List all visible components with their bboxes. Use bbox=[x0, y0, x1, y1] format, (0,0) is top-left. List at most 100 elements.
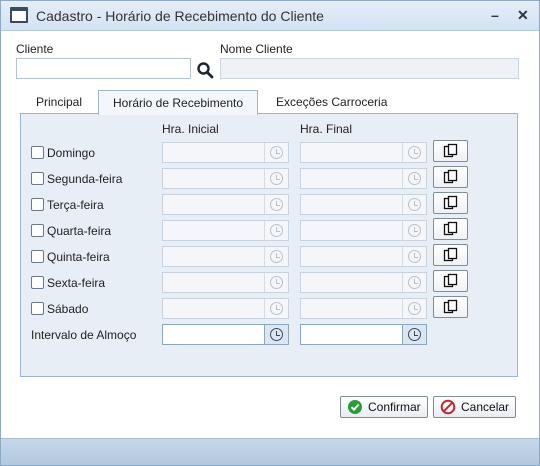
copy-icon bbox=[443, 247, 457, 262]
checkbox-segunda[interactable] bbox=[31, 172, 44, 185]
day-label: Sexta-feira bbox=[47, 276, 106, 290]
checkbox-domingo[interactable] bbox=[31, 146, 44, 159]
clock-button bbox=[402, 143, 426, 162]
clock-icon bbox=[270, 172, 283, 185]
start-time-quarta bbox=[162, 220, 289, 241]
copy-button-sabado[interactable] bbox=[433, 296, 468, 318]
clock-button bbox=[264, 299, 288, 318]
tab-excecoes-carroceria[interactable]: Exceções Carroceria bbox=[262, 90, 401, 114]
clock-button bbox=[402, 247, 426, 266]
clock-button bbox=[264, 273, 288, 292]
tab-principal[interactable]: Principal bbox=[22, 90, 96, 114]
row-segunda: Segunda-feira bbox=[21, 166, 519, 190]
clock-icon bbox=[408, 276, 421, 289]
confirm-label: Confirmar bbox=[368, 400, 421, 414]
clock-icon bbox=[270, 146, 283, 159]
tab-horario-recebimento[interactable]: Horário de Recebimento bbox=[98, 90, 259, 115]
clock-button bbox=[264, 247, 288, 266]
title-bar[interactable]: Cadastro - Horário de Recebimento do Cli… bbox=[1, 1, 539, 31]
checkbox-sabado[interactable] bbox=[31, 302, 44, 315]
day-label: Segunda-feira bbox=[47, 172, 123, 186]
clock-button[interactable] bbox=[402, 325, 426, 344]
window-icon bbox=[10, 7, 28, 23]
check-icon bbox=[348, 400, 362, 414]
copy-button-terca[interactable] bbox=[433, 192, 468, 214]
clock-icon bbox=[408, 172, 421, 185]
day-label: Terça-feira bbox=[47, 198, 104, 212]
start-time-terca bbox=[162, 194, 289, 215]
clock-icon bbox=[408, 328, 421, 341]
clock-icon bbox=[270, 224, 283, 237]
clock-button bbox=[264, 195, 288, 214]
row-lunch-break: Intervalo de Almoço bbox=[21, 324, 519, 346]
clock-icon bbox=[408, 198, 421, 211]
clock-icon bbox=[270, 328, 283, 341]
window-title: Cadastro - Horário de Recebimento do Cli… bbox=[36, 8, 324, 24]
start-time-segunda bbox=[162, 168, 289, 189]
copy-icon bbox=[443, 221, 457, 236]
row-quarta: Quarta-feira bbox=[21, 218, 519, 242]
start-time-sexta bbox=[162, 272, 289, 293]
row-quinta: Quinta-feira bbox=[21, 244, 519, 268]
copy-button-quinta[interactable] bbox=[433, 244, 468, 266]
close-button[interactable]: ✕ bbox=[517, 7, 529, 24]
start-time-domingo bbox=[162, 142, 289, 163]
minimize-button[interactable]: – bbox=[491, 7, 499, 23]
search-icon[interactable] bbox=[196, 61, 214, 79]
clock-button bbox=[402, 195, 426, 214]
confirm-button[interactable]: Confirmar bbox=[340, 396, 428, 418]
clock-icon bbox=[270, 250, 283, 263]
end-time-quinta bbox=[300, 246, 427, 267]
checkbox-sexta[interactable] bbox=[31, 276, 44, 289]
clock-button bbox=[402, 299, 426, 318]
clock-button bbox=[264, 221, 288, 240]
dialog-window: Cadastro - Horário de Recebimento do Cli… bbox=[0, 0, 540, 466]
clock-icon bbox=[270, 198, 283, 211]
end-time-quarta bbox=[300, 220, 427, 241]
end-time-domingo bbox=[300, 142, 427, 163]
row-sabado: Sábado bbox=[21, 296, 519, 320]
cancel-button[interactable]: Cancelar bbox=[433, 396, 517, 418]
nome-cliente-label: Nome Cliente bbox=[220, 42, 293, 56]
checkbox-quinta[interactable] bbox=[31, 250, 44, 263]
cancel-icon bbox=[440, 399, 456, 415]
lunch-end-time[interactable] bbox=[300, 324, 427, 345]
day-label: Quarta-feira bbox=[47, 224, 112, 238]
row-terca: Terça-feira bbox=[21, 192, 519, 216]
end-time-terca bbox=[300, 194, 427, 215]
day-label: Domingo bbox=[47, 146, 96, 160]
cliente-label: Cliente bbox=[16, 42, 54, 56]
copy-icon bbox=[443, 195, 457, 210]
clock-button bbox=[264, 143, 288, 162]
cliente-input[interactable] bbox=[16, 58, 191, 79]
copy-button-domingo[interactable] bbox=[433, 140, 468, 162]
clock-icon bbox=[408, 302, 421, 315]
clock-button bbox=[402, 169, 426, 188]
clock-icon bbox=[270, 276, 283, 289]
status-bar bbox=[1, 438, 539, 465]
row-domingo: Domingo bbox=[21, 140, 519, 164]
checkbox-quarta[interactable] bbox=[31, 224, 44, 237]
row-sexta: Sexta-feira bbox=[21, 270, 519, 294]
clock-icon bbox=[270, 302, 283, 315]
start-time-sabado bbox=[162, 298, 289, 319]
copy-button-quarta[interactable] bbox=[433, 218, 468, 240]
end-time-segunda bbox=[300, 168, 427, 189]
clock-icon bbox=[408, 146, 421, 159]
end-time-sexta bbox=[300, 272, 427, 293]
clock-button bbox=[402, 273, 426, 292]
col-initial-header: Hra. Inicial bbox=[162, 122, 219, 136]
copy-button-sexta[interactable] bbox=[433, 270, 468, 292]
copy-icon bbox=[443, 143, 457, 158]
lunch-start-time[interactable] bbox=[162, 324, 289, 345]
clock-button[interactable] bbox=[264, 325, 288, 344]
clock-icon bbox=[408, 224, 421, 237]
checkbox-terca[interactable] bbox=[31, 198, 44, 211]
col-final-header: Hra. Final bbox=[300, 122, 353, 136]
start-time-quinta bbox=[162, 246, 289, 267]
copy-button-segunda[interactable] bbox=[433, 166, 468, 188]
day-label: Sábado bbox=[47, 302, 89, 316]
day-label: Quinta-feira bbox=[47, 250, 110, 264]
clock-icon bbox=[408, 250, 421, 263]
cancel-label: Cancelar bbox=[461, 400, 510, 414]
